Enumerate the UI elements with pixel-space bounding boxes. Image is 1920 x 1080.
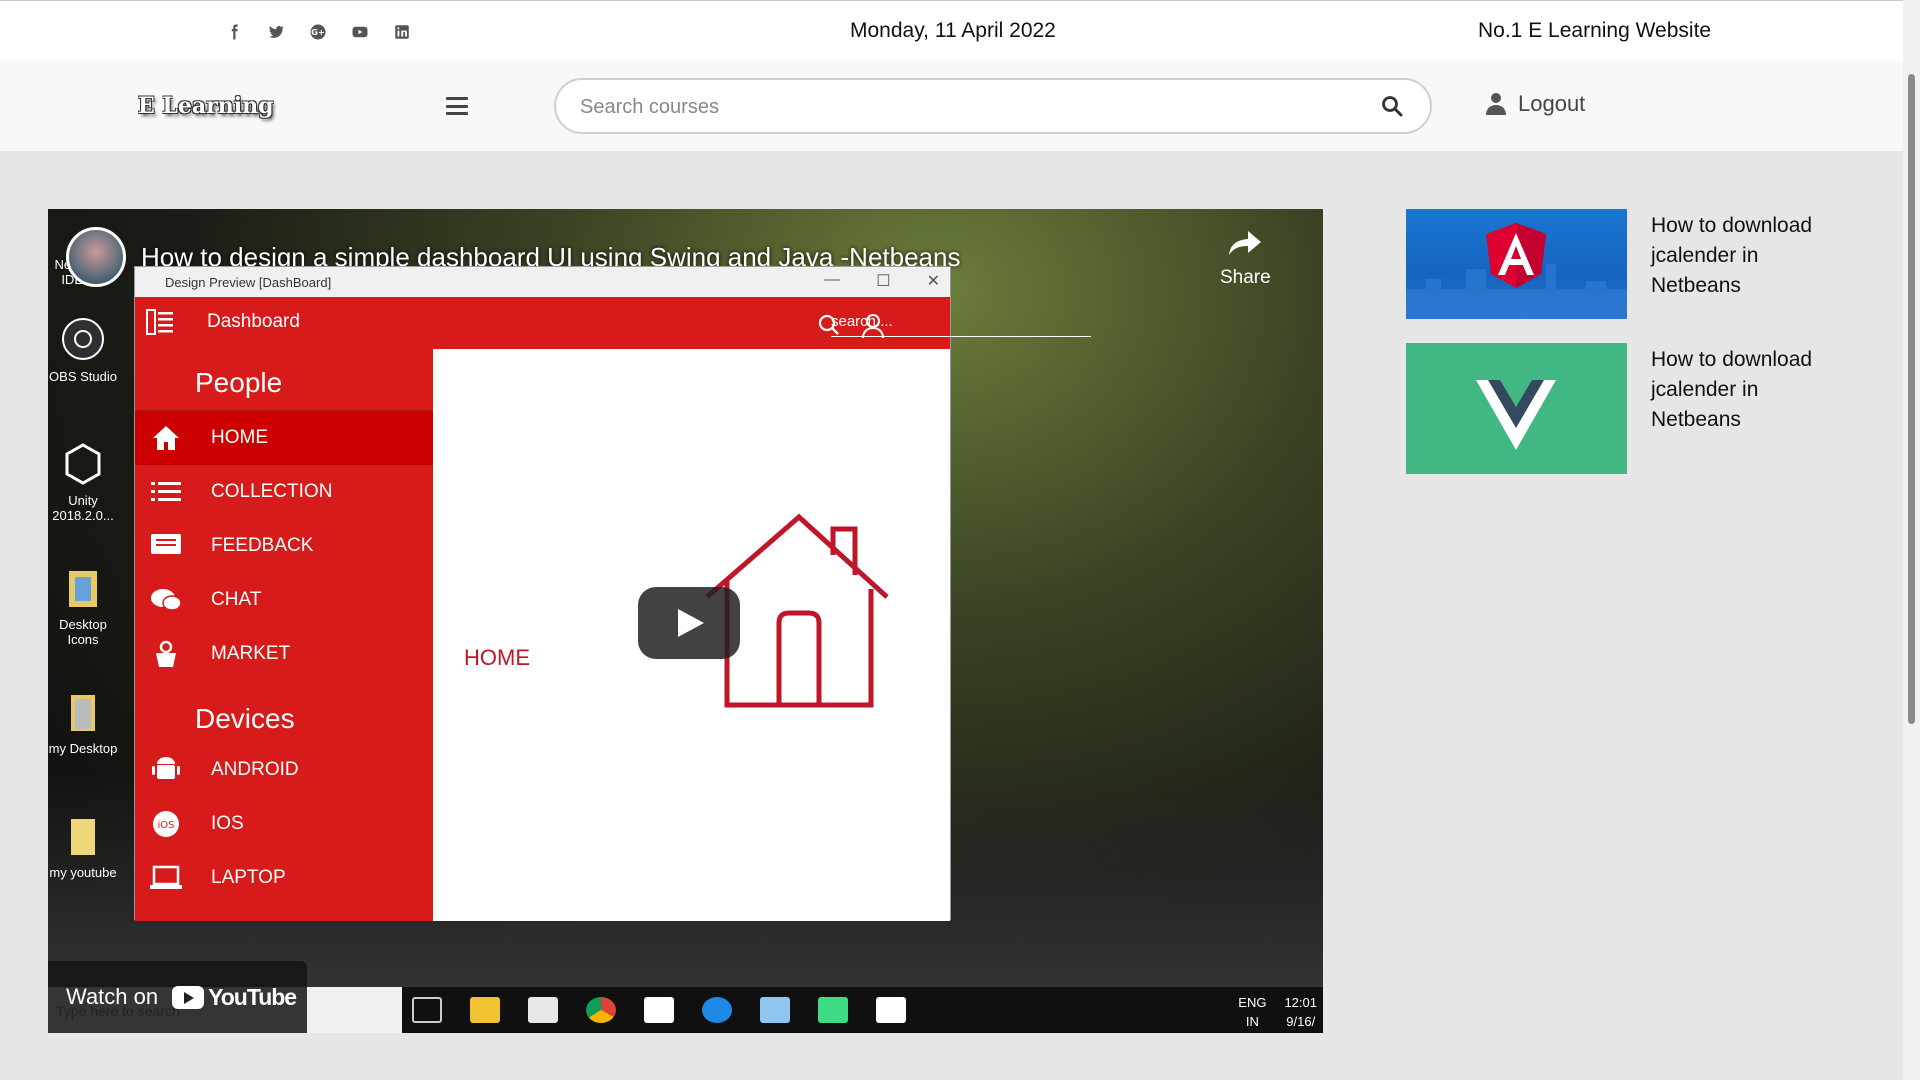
share-icon <box>1229 231 1262 255</box>
play-button[interactable] <box>638 587 740 659</box>
obs-icon <box>62 318 104 360</box>
google-plus-icon[interactable]: G+ <box>308 22 328 42</box>
taskbar-apps <box>412 997 906 1023</box>
site-logo[interactable]: E Learning <box>138 93 273 119</box>
social-links: G+ <box>224 22 412 42</box>
linkedin-icon[interactable] <box>392 22 412 42</box>
window-titlebar: Design Preview [DashBoard] — ☐ ✕ <box>135 267 950 297</box>
sidebar-item-chat: CHAT <box>135 573 433 627</box>
app-icon <box>760 997 790 1023</box>
folder-icon <box>71 695 95 731</box>
sidebar-item-home: HOME <box>135 411 433 465</box>
desktop-icons: NetBeans IDE 8.2 OBS Studio Unity 2018.2… <box>48 257 118 937</box>
sidebar-item-market: MARKET <box>135 627 433 681</box>
folder-icon <box>71 819 95 855</box>
design-preview-window: Design Preview [DashBoard] — ☐ ✕ Dashboard… <box>134 266 1091 921</box>
minimize-icon: — <box>824 271 841 288</box>
vue-logo <box>1406 343 1627 474</box>
watch-on-youtube-button[interactable]: Watch on YouTube <box>48 961 307 1033</box>
page-scrollbar[interactable] <box>1903 0 1920 1080</box>
photos-icon <box>876 997 906 1023</box>
svg-text:iOS: iOS <box>158 820 175 831</box>
sidebar-section-heading: People <box>135 349 433 411</box>
video-player[interactable]: NetBeans IDE 8.2 OBS Studio Unity 2018.2… <box>48 209 1323 1033</box>
menu-icon[interactable] <box>446 97 468 115</box>
current-date: Monday, 11 April 2022 <box>850 19 1056 42</box>
folder-icon <box>69 571 97 607</box>
related-course-card[interactable]: How to download jcalender in Netbeans <box>1406 209 1886 319</box>
play-icon <box>678 609 704 637</box>
facebook-icon[interactable] <box>224 22 244 42</box>
list-icon <box>146 309 173 335</box>
site-tagline: No.1 E Learning Website <box>1478 19 1712 42</box>
sidebar-section-heading: Devices <box>195 703 295 734</box>
desktop-icon: my Desktop <box>48 689 118 813</box>
mail-icon <box>644 997 674 1023</box>
sidebar-item-ios: iOS IOS <box>135 797 433 851</box>
sidebar-item-laptop: LAPTOP <box>135 851 433 905</box>
desktop-icon: my youtube <box>48 813 118 937</box>
youtube-icon[interactable] <box>350 22 370 42</box>
top-bar: G+ Monday, 11 April 2022 No.1 E Learning… <box>0 0 1903 61</box>
desktop-icon: Unity 2018.2.0... <box>48 441 118 565</box>
card-title[interactable]: How to download jcalender in Netbeans <box>1627 343 1847 473</box>
edge-icon <box>702 997 732 1023</box>
search-input[interactable] <box>580 92 1360 122</box>
nav-bar: E Learning Logout <box>0 61 1903 151</box>
logout-label: Logout <box>1518 91 1586 116</box>
android-studio-icon <box>818 997 848 1023</box>
chrome-icon <box>586 997 616 1023</box>
task-view-icon <box>412 997 442 1023</box>
angular-logo <box>1406 209 1627 319</box>
search-box <box>554 78 1432 134</box>
twitter-icon[interactable] <box>266 22 286 42</box>
related-course-card[interactable]: How to download jcalender in Netbeans <box>1406 343 1886 474</box>
desktop-icon: OBS Studio <box>48 317 118 441</box>
system-tray: ENG IN 12:01 9/16/ <box>1238 995 1317 1029</box>
search-icon[interactable] <box>1380 94 1404 118</box>
home-label: HOME <box>464 645 530 670</box>
store-icon <box>528 997 558 1023</box>
svg-text:G+: G+ <box>311 27 325 37</box>
maximize-icon: ☐ <box>876 273 891 290</box>
window-search-icon <box>817 313 841 342</box>
desktop-icon: Desktop Icons <box>48 565 118 689</box>
logout-button[interactable]: Logout <box>1486 91 1585 117</box>
sidebar-item-android: ANDROID <box>135 743 433 797</box>
unity-icon <box>65 443 101 485</box>
window-user-icon <box>861 313 885 344</box>
share-button[interactable]: Share <box>1220 229 1271 289</box>
close-icon: ✕ <box>926 273 940 290</box>
channel-avatar[interactable] <box>66 227 126 287</box>
dashboard-sidebar: People HOME COLLECTION FEEDBACK CHAT MAR… <box>135 349 433 921</box>
file-explorer-icon <box>470 997 500 1023</box>
sidebar-item-collection: COLLECTION <box>135 465 433 519</box>
card-title[interactable]: How to download jcalender in Netbeans <box>1627 209 1847 319</box>
youtube-logo: YouTube <box>172 984 297 1011</box>
user-icon <box>1486 93 1506 115</box>
sidebar-item-feedback: FEEDBACK <box>135 519 433 573</box>
